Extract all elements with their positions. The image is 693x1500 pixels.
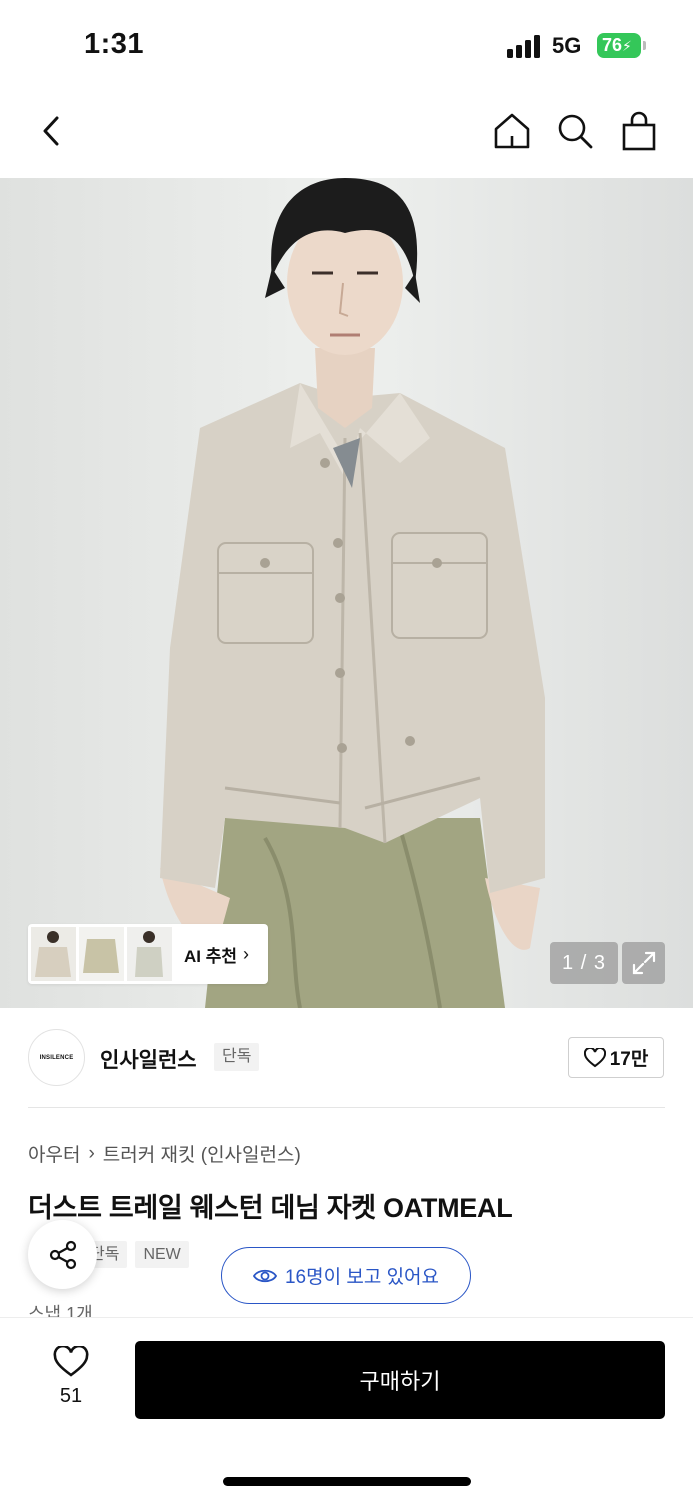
battery-icon: 76⚡ (597, 33, 647, 58)
network-label: 5G (552, 33, 582, 58)
tag-new: NEW (135, 1241, 189, 1268)
back-button[interactable] (28, 108, 74, 154)
ai-thumb-3 (127, 927, 172, 981)
product-photo (0, 178, 693, 1008)
brand-row: INSILENCE 인사일런스 단독 17만 (0, 1008, 693, 1108)
buy-button[interactable]: 구매하기 (135, 1341, 665, 1419)
brand-exclusive-tag: 단독 (214, 1043, 260, 1071)
divider (28, 1107, 665, 1108)
brand-name[interactable]: 인사일런스 (100, 1044, 197, 1074)
ai-thumb-1 (31, 927, 76, 981)
ai-thumb-2 (79, 927, 124, 981)
top-nav (0, 92, 693, 178)
breadcrumb: 아우터 › 트러커 재킷 (인사일런스) (28, 1140, 301, 1167)
heart-icon (583, 1047, 606, 1067)
brand-like-count: 17만 (609, 1049, 649, 1070)
search-button[interactable] (552, 108, 598, 154)
expand-icon (632, 951, 655, 975)
viewers-badge: 16명이 보고 있어요 (221, 1247, 471, 1304)
status-time: 1:31 (84, 28, 145, 60)
expand-button[interactable] (622, 942, 665, 984)
wishlist-button[interactable]: 51 (40, 1344, 102, 1408)
signal-icon (507, 34, 543, 58)
status-bar: 1:31 5G 76⚡ (0, 0, 693, 92)
home-button[interactable] (489, 108, 535, 154)
share-icon (49, 1240, 76, 1269)
battery-level: 76 (602, 35, 623, 55)
chevron-right-icon: › (243, 943, 250, 964)
chevron-right-icon: › (88, 1142, 95, 1164)
bottom-action-bar: 51 구매하기 (0, 1317, 693, 1500)
ai-recommend-label: AI 추천 (184, 946, 238, 966)
search-icon (558, 114, 593, 149)
eye-icon (252, 1269, 277, 1282)
back-icon (43, 116, 59, 146)
brand-like-button[interactable]: 17만 (568, 1037, 664, 1078)
bag-icon (622, 111, 656, 151)
home-indicator (223, 1477, 471, 1486)
share-button[interactable] (28, 1220, 97, 1289)
heart-icon (53, 1344, 89, 1377)
wishlist-count: 51 (59, 1385, 83, 1407)
breadcrumb-trucker[interactable]: 트러커 재킷 (인사일런스) (103, 1140, 301, 1167)
breadcrumb-outer[interactable]: 아우터 (28, 1140, 80, 1167)
product-image-carousel[interactable]: AI 추천 › 1 / 3 (0, 178, 693, 1008)
bag-button[interactable] (616, 108, 662, 154)
product-tags: 단독 NEW (84, 1241, 189, 1268)
home-icon (494, 113, 530, 149)
brand-logo[interactable]: INSILENCE (28, 1029, 85, 1086)
product-title: 더스트 트레일 웨스턴 데님 자켓 OATMEAL (28, 1193, 513, 1223)
viewers-text: 16명이 보고 있어요 (284, 1267, 440, 1288)
ai-recommend-button[interactable]: AI 추천 › (28, 924, 268, 984)
image-counter: 1 / 3 (550, 942, 618, 984)
